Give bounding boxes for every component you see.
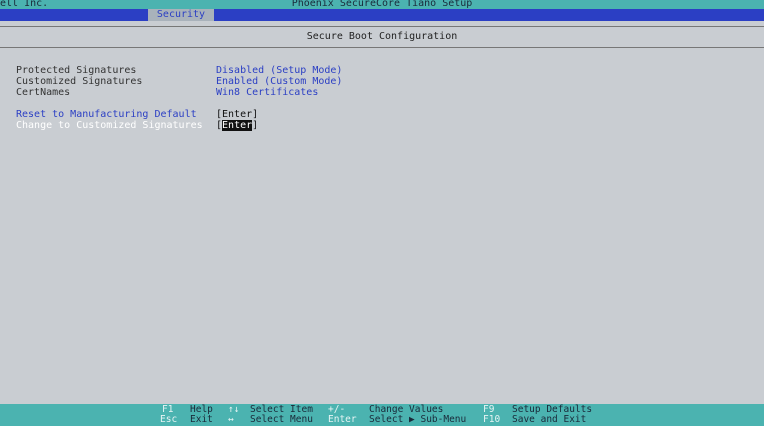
setting-value: Enabled (Custom Mode) <box>216 76 343 87</box>
setting-label: Protected Signatures <box>16 65 137 76</box>
key-desc: Exit <box>190 414 213 425</box>
setting-customized-signatures: Customized Signatures Enabled (Custom Mod… <box>16 76 342 87</box>
action-value: [Enter] <box>216 109 259 120</box>
key-desc: Save and Exit <box>512 414 587 425</box>
selected-enter[interactable]: Enter <box>222 120 253 131</box>
change-signatures-item[interactable]: Change to Customized Signatures [Enter] <box>16 120 258 131</box>
section-title: Secure Boot Configuration <box>0 26 764 48</box>
bracket: ] <box>252 120 259 131</box>
setting-protected-signatures: Protected Signatures Disabled (Setup Mode… <box>16 65 342 76</box>
key-esc: Esc <box>160 414 178 425</box>
key-leftright: ↔ <box>228 414 234 425</box>
tab-security[interactable]: Security <box>148 9 214 21</box>
key-help-bar: F1 Help ↑↓ Select Item +/- Change Values F9… <box>0 404 764 426</box>
setting-certnames: CertNames Win8 Certificates <box>16 87 318 98</box>
app-title: Phoenix SecureCore Tiano Setup <box>291 0 473 9</box>
action-label: Reset to Manufacturing Default <box>16 109 197 120</box>
menu-bar: Security <box>0 9 764 21</box>
title-bar: ell Inc. Phoenix SecureCore Tiano Setup <box>0 0 764 9</box>
key-desc: Select Menu <box>250 414 313 425</box>
key-enter: Enter <box>328 414 357 425</box>
setting-value: Disabled (Setup Mode) <box>216 65 343 76</box>
reset-defaults-item[interactable]: Reset to Manufacturing Default [Enter] <box>16 109 258 120</box>
action-label: Change to Customized Signatures <box>16 120 203 131</box>
key-desc: Select ▶ Sub-Menu <box>369 414 467 425</box>
setting-value: Win8 Certificates <box>216 87 319 98</box>
key-f10: F10 <box>483 414 501 425</box>
setting-label: Customized Signatures <box>16 76 143 87</box>
setting-label: CertNames <box>16 87 71 98</box>
